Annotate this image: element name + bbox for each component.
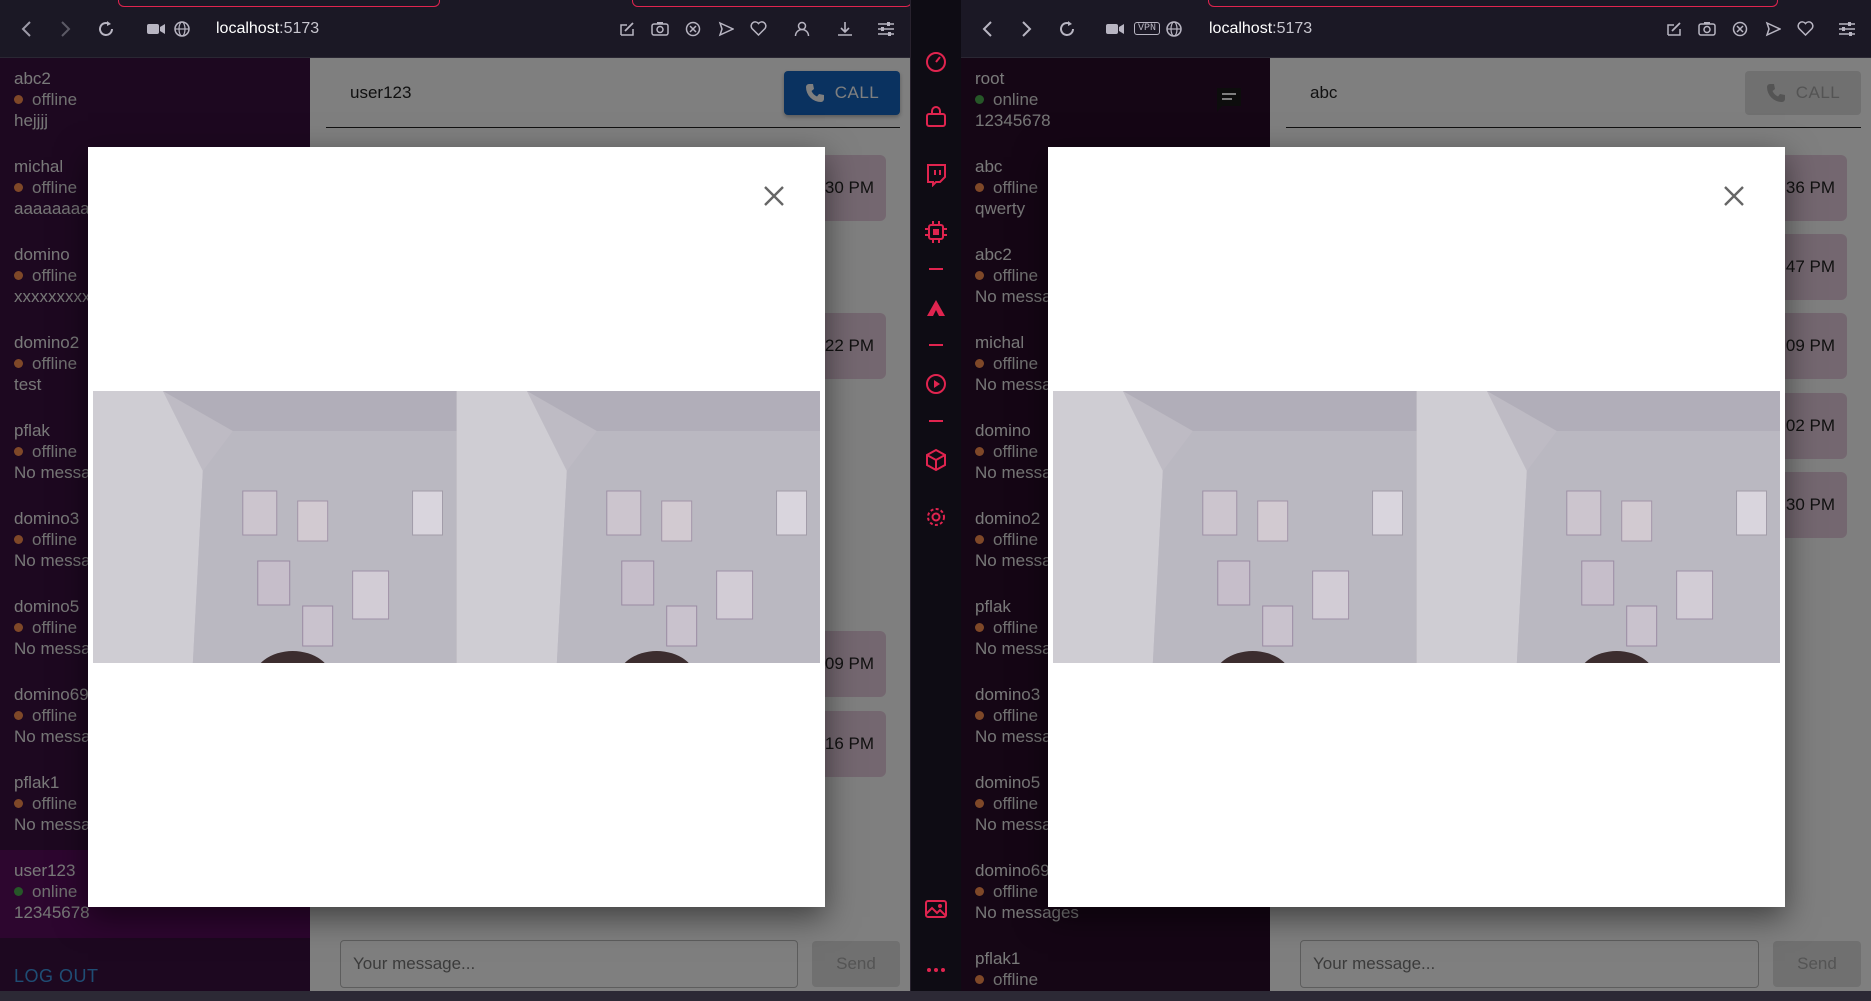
image-icon[interactable] xyxy=(924,897,948,921)
tab-indicator xyxy=(118,0,440,7)
divider xyxy=(929,268,943,270)
taskbar xyxy=(0,991,1871,1001)
remote-video xyxy=(1416,391,1780,663)
local-video xyxy=(1053,391,1417,663)
settings-icon[interactable] xyxy=(869,9,902,49)
edit-icon[interactable] xyxy=(1657,9,1690,49)
settings-icon[interactable] xyxy=(1830,9,1863,49)
aria-icon[interactable] xyxy=(924,296,948,320)
shield-icon[interactable] xyxy=(1723,9,1756,49)
video-icon[interactable] xyxy=(1099,9,1131,49)
close-icon[interactable] xyxy=(1721,183,1747,209)
globe-icon xyxy=(172,9,192,49)
divider xyxy=(929,420,943,422)
cube-icon[interactable] xyxy=(924,448,948,472)
profile-icon[interactable] xyxy=(785,9,818,49)
camera-icon[interactable] xyxy=(1690,9,1723,49)
video-streams xyxy=(93,391,820,663)
url-port: :5173 xyxy=(279,19,320,37)
camera-icon[interactable] xyxy=(643,9,676,49)
back-icon[interactable] xyxy=(967,9,1007,49)
browser-toolbar: VPN localhost:5173 xyxy=(961,0,1871,58)
url-host: localhost xyxy=(216,19,280,37)
browser-toolbar: localhost:5173 xyxy=(0,0,910,58)
url-host: localhost xyxy=(1209,19,1273,37)
reload-icon[interactable] xyxy=(86,9,126,49)
shopping-icon[interactable] xyxy=(924,106,948,130)
left-browser-window: localhost:5173 abc2offlinehejjjjmichalof… xyxy=(0,0,910,1001)
shield-icon[interactable] xyxy=(676,9,709,49)
chip-icon[interactable] xyxy=(924,220,948,244)
send-icon[interactable] xyxy=(1756,9,1789,49)
forward-icon[interactable] xyxy=(46,9,86,49)
right-browser-window: VPN localhost:5173 rootonline12345678abc… xyxy=(961,0,1871,1001)
browser-sidebar xyxy=(910,0,961,1001)
close-icon[interactable] xyxy=(761,183,787,209)
vpn-label: VPN xyxy=(1133,22,1160,35)
vpn-icon[interactable]: VPN xyxy=(1131,9,1163,49)
video-icon[interactable] xyxy=(140,9,172,49)
tab-indicator xyxy=(1208,0,1778,7)
twitch-icon[interactable] xyxy=(924,163,948,188)
back-icon[interactable] xyxy=(6,9,46,49)
video-call-modal xyxy=(1048,147,1785,907)
send-icon[interactable] xyxy=(709,9,742,49)
forward-icon[interactable] xyxy=(1007,9,1047,49)
player-icon[interactable] xyxy=(924,372,948,396)
url-port: :5173 xyxy=(1272,19,1313,37)
address-bar[interactable]: localhost:5173 xyxy=(216,20,319,38)
video-streams xyxy=(1053,391,1780,663)
local-video xyxy=(93,391,457,663)
divider xyxy=(929,344,943,346)
settings-icon[interactable] xyxy=(924,505,948,529)
video-call-modal xyxy=(88,147,825,907)
reload-icon[interactable] xyxy=(1047,9,1087,49)
download-icon[interactable] xyxy=(828,9,861,49)
globe-icon xyxy=(1163,9,1185,49)
tab-indicator xyxy=(632,0,910,7)
edit-icon[interactable] xyxy=(610,9,643,49)
speed-dial-icon[interactable] xyxy=(924,50,948,74)
heart-icon[interactable] xyxy=(742,9,775,49)
remote-video xyxy=(456,391,820,663)
address-bar[interactable]: localhost:5173 xyxy=(1209,20,1312,38)
more-icon[interactable] xyxy=(924,958,948,982)
heart-icon[interactable] xyxy=(1789,9,1822,49)
